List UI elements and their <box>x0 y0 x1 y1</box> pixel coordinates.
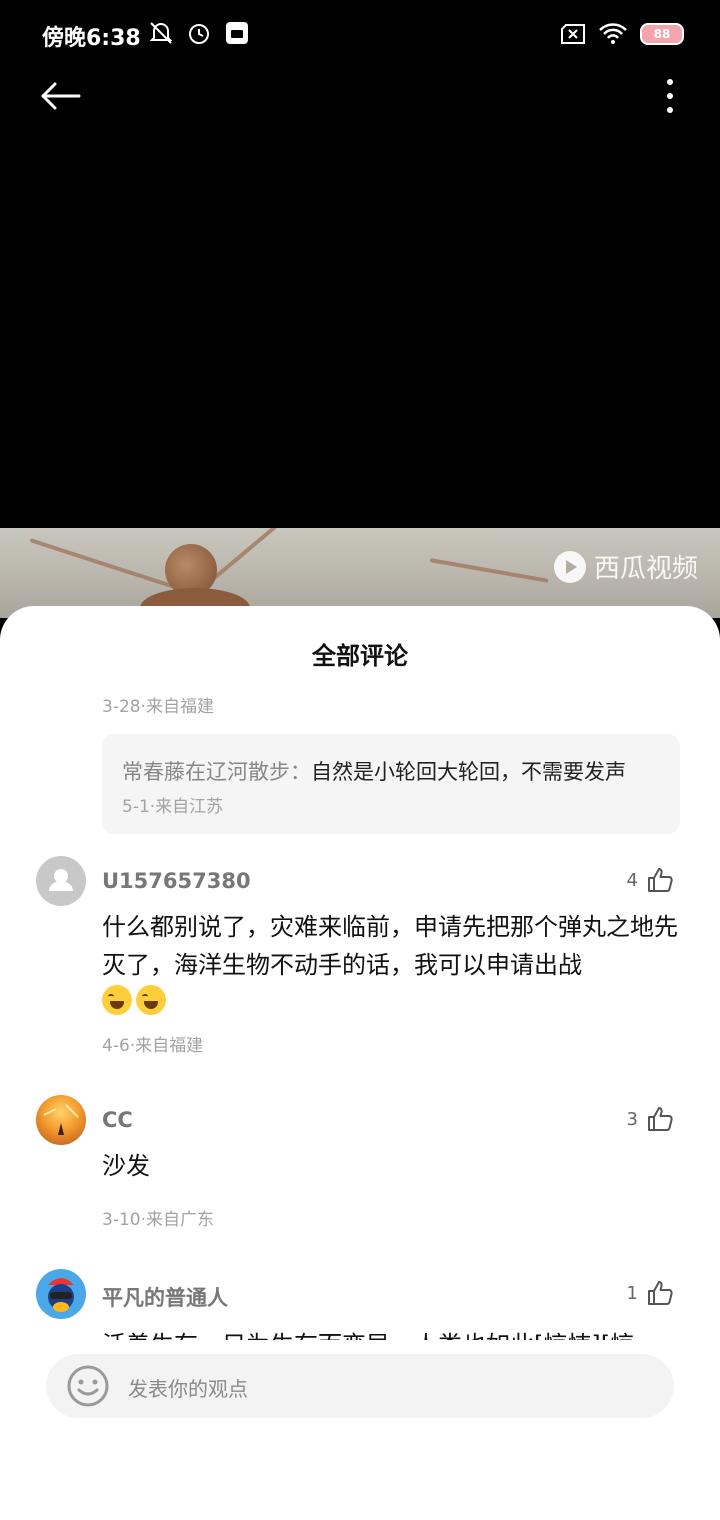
like-count: 3 <box>626 1108 638 1130</box>
comment-body: 什么都别说了，灾难来临前，申请先把那个弹丸之地先灭了，海洋生物不动手的话，我可以… <box>102 913 678 979</box>
laughing-tears-emoji-icon <box>102 985 132 1015</box>
laughing-tears-emoji-icon <box>136 985 166 1015</box>
wifi-icon <box>599 23 627 44</box>
mi-app-icon <box>226 22 248 44</box>
comment-meta: 4-6·来自福建 <box>102 1036 204 1056</box>
emoji-smiley-icon[interactable] <box>66 1364 110 1408</box>
reply-text-line: 常春藤在辽河散步：自然是小轮回大轮回，不需要发声 <box>122 756 626 786</box>
xigua-watermark: 西瓜视频 <box>552 548 698 585</box>
status-icons-left <box>148 20 250 46</box>
battery-level: 88 <box>653 27 671 41</box>
avatar[interactable] <box>36 1269 86 1319</box>
avatar[interactable] <box>36 856 86 906</box>
more-dot-icon <box>667 93 673 99</box>
like-count: 1 <box>626 1282 638 1304</box>
status-time: 傍晚6:38 <box>42 26 141 51</box>
video-frame-detail <box>429 558 549 583</box>
comment-meta: 3-28·来自福建 <box>102 697 214 717</box>
comment-text: 什么都别说了，灾难来临前，申请先把那个弹丸之地先灭了，海洋生物不动手的话，我可以… <box>102 908 687 1022</box>
status-icons-right: 88 <box>560 22 684 46</box>
back-arrow-icon <box>41 82 81 110</box>
reply-author[interactable]: 常春藤在辽河散步： <box>122 760 311 784</box>
more-dot-icon <box>667 79 673 85</box>
comment-username[interactable]: 平凡的普通人 <box>102 1282 228 1312</box>
comment-text: 沙发 <box>102 1152 150 1180</box>
comment-meta: 3-10·来自广东 <box>102 1210 214 1230</box>
bell-off-icon <box>149 22 173 44</box>
status-bar: 傍晚6:38 88 <box>0 0 720 70</box>
reply-preview[interactable]: 常春藤在辽河散步：自然是小轮回大轮回，不需要发声 5-1·来自江苏 <box>102 734 680 834</box>
comment-input-placeholder: 发表你的观点 <box>128 1377 248 1401</box>
like-count: 4 <box>626 869 638 891</box>
reply-content: 自然是小轮回大轮回，不需要发声 <box>311 760 626 784</box>
battery-icon: 88 <box>640 23 684 45</box>
watermark-text: 西瓜视频 <box>593 554 698 584</box>
video-frame-detail <box>29 538 183 592</box>
more-options-button[interactable] <box>658 74 682 118</box>
like-button[interactable]: 4 <box>627 866 674 894</box>
comment-username[interactable]: U157657380 <box>102 869 251 893</box>
penguin-avatar-icon <box>48 1278 74 1312</box>
comment-username[interactable]: CC <box>102 1108 133 1132</box>
avatar-image-icon <box>43 1104 79 1135</box>
alarm-icon <box>189 24 209 44</box>
comments-sheet: 全部评论 3-28·来自福建 常春藤在辽河散步：自然是小轮回大轮回，不需要发声 … <box>0 606 720 1520</box>
back-button[interactable] <box>36 74 84 118</box>
comments-title: 全部评论 <box>312 642 408 670</box>
more-dot-icon <box>667 107 673 113</box>
video-player[interactable]: 西瓜视频 <box>0 528 720 618</box>
sim-x-icon <box>561 24 585 44</box>
comment-input[interactable]: 发表你的观点 <box>46 1354 674 1418</box>
like-button[interactable]: 1 <box>627 1279 674 1307</box>
reply-meta: 5-1·来自江苏 <box>122 797 224 817</box>
comment-text-truncated: 活着生存，只为生存而变异，人类也如此[惊悚][惊 <box>102 1326 634 1340</box>
thumbs-up-icon <box>648 1107 673 1131</box>
xigua-logo-icon <box>553 550 586 583</box>
avatar[interactable] <box>36 1095 86 1145</box>
like-button[interactable]: 3 <box>627 1105 674 1133</box>
thumbs-up-icon <box>648 1281 673 1305</box>
default-user-icon <box>49 869 73 891</box>
thumbs-up-icon <box>648 868 673 892</box>
